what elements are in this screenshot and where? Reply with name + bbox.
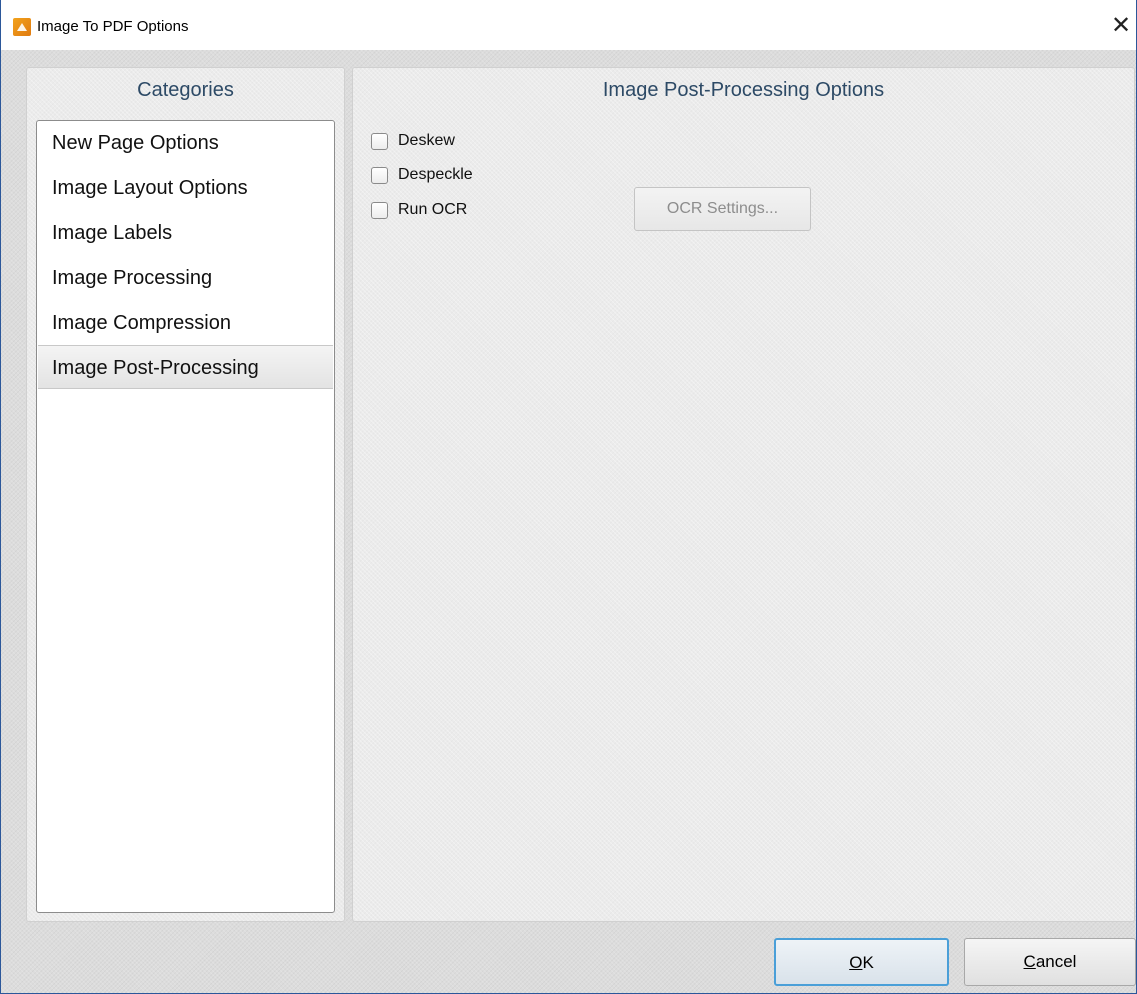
cancel-label-rest: ancel [1035, 952, 1077, 971]
ok-accelerator: O [849, 953, 863, 972]
run-ocr-option[interactable]: Run OCR [371, 199, 467, 221]
deskew-label: Deskew [398, 132, 455, 149]
ok-label-rest: K [862, 953, 874, 972]
deskew-checkbox[interactable] [371, 132, 388, 150]
deskew-option[interactable]: Deskew [371, 130, 455, 152]
categories-list: New Page Options Image Layout Options Im… [36, 120, 335, 913]
category-image-layout-options[interactable]: Image Layout Options [38, 166, 333, 210]
category-image-processing[interactable]: Image Processing [38, 256, 333, 300]
despeckle-option[interactable]: Despeckle [371, 164, 473, 186]
despeckle-label: Despeckle [398, 166, 473, 183]
app-icon [13, 18, 31, 36]
ok-button[interactable]: OK [774, 938, 949, 986]
dialog-body: Categories New Page Options Image Layout… [1, 50, 1136, 993]
categories-panel: Categories New Page Options Image Layout… [26, 67, 345, 922]
cancel-button[interactable]: Cancel [964, 938, 1136, 986]
window-title: Image To PDF Options [37, 18, 189, 35]
options-header: Image Post-Processing Options [602, 79, 885, 101]
run-ocr-checkbox[interactable] [371, 201, 388, 219]
ocr-settings-button[interactable]: OCR Settings... [634, 187, 811, 231]
category-image-labels[interactable]: Image Labels [38, 211, 333, 255]
options-panel: Image Post-Processing Options Deskew Des… [352, 67, 1135, 922]
image-to-pdf-options-dialog: Image To PDF Options ✕ Categories New Pa… [0, 0, 1137, 994]
category-image-compression[interactable]: Image Compression [38, 301, 333, 345]
despeckle-checkbox[interactable] [371, 166, 388, 184]
title-bar: Image To PDF Options ✕ [1, 0, 1136, 50]
run-ocr-label: Run OCR [398, 201, 468, 218]
category-image-post-processing[interactable]: Image Post-Processing [38, 345, 333, 389]
cancel-accelerator: C [1023, 952, 1036, 971]
close-icon[interactable]: ✕ [1106, 8, 1136, 44]
category-new-page-options[interactable]: New Page Options [38, 121, 333, 165]
categories-header: Categories [137, 79, 234, 101]
